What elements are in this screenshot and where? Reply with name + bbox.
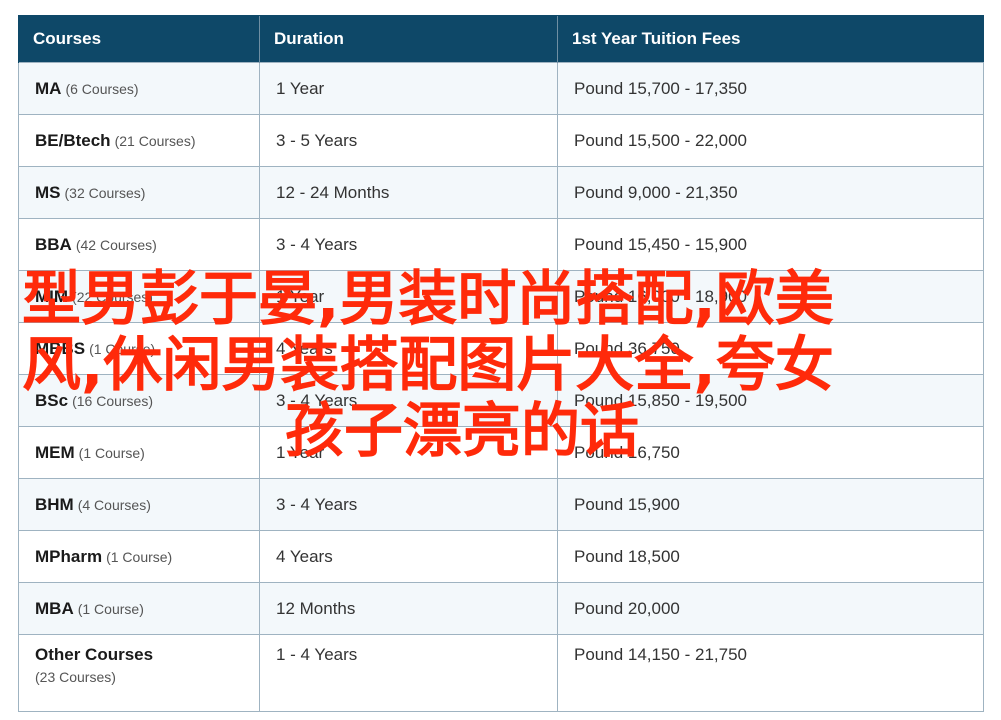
duration-cell: 3 - 4 Years: [259, 374, 558, 427]
duration-cell: 4 Years: [259, 530, 558, 583]
course-count: (1 Course): [77, 600, 144, 617]
duration-cell: 12 - 24 Months: [259, 166, 558, 219]
table-row: MPharm (1 Course) 4 Years Pound 18,500: [18, 530, 984, 583]
course-count: (32 Courses): [64, 184, 146, 201]
duration-cell: 3 - 5 Years: [259, 114, 558, 167]
duration-cell: 3 - 4 Years: [259, 218, 558, 271]
table-row: MBA (1 Course) 12 Months Pound 20,000: [18, 582, 984, 635]
fees-cell: Pound 9,000 - 21,350: [557, 166, 984, 219]
fees-cell: Pound 15,850 - 19,500: [557, 374, 984, 427]
course-count: (22 Courses): [72, 288, 153, 305]
fees-cell: Pound 15,500 - 22,000: [557, 114, 984, 167]
table-row: MEM (1 Course) 1 Year Pound 16,750: [18, 426, 984, 479]
course-count: (1 Course): [106, 548, 173, 565]
course-cell: Other Courses (23 Courses): [18, 634, 260, 712]
header-duration: Duration: [259, 15, 558, 63]
course-count: (1 Course): [78, 444, 145, 461]
course-cell: MBBS (1 Course): [18, 322, 260, 375]
course-cell: MS (32 Courses): [18, 166, 260, 219]
course-name: BBA: [35, 234, 72, 254]
fees-cell: Pound 20,000: [557, 582, 984, 635]
header-tuition-fees: 1st Year Tuition Fees: [557, 15, 984, 63]
fees-cell: Pound 15,450 - 15,900: [557, 218, 984, 271]
fees-cell: Pound 14,150 - 21,750: [557, 634, 984, 712]
duration-cell: 1 Year: [259, 62, 558, 115]
course-name: MBBS: [35, 338, 86, 358]
course-name: BHM: [35, 494, 74, 514]
course-name: MPharm: [35, 546, 103, 566]
course-cell: MIM (22 Courses): [18, 270, 260, 323]
table-body: MA (6 Courses) 1 Year Pound 15,700 - 17,350…: [18, 62, 984, 712]
fees-cell: Pound 15,700 - 17,350: [557, 62, 984, 115]
course-name: MEM: [35, 442, 75, 462]
duration-cell: 1 Year: [259, 270, 558, 323]
duration-cell: 12 Months: [259, 582, 558, 635]
table-row: BBA (42 Courses) 3 - 4 Years Pound 15,450 -…: [18, 218, 984, 271]
course-count: (1 Course): [89, 340, 156, 357]
table-row: MS (32 Courses) 12 - 24 Months Pound 9,000 …: [18, 166, 984, 219]
duration-cell: 4 Years: [259, 322, 558, 375]
table-row: BSc (16 Courses) 3 - 4 Years Pound 15,850 -…: [18, 374, 984, 427]
course-cell: BHM (4 Courses): [18, 478, 260, 531]
table-row: BHM (4 Courses) 3 - 4 Years Pound 15,900: [18, 478, 984, 531]
course-cell: MA (6 Courses): [18, 62, 260, 115]
table-row: MA (6 Courses) 1 Year Pound 15,700 - 17,350: [18, 62, 984, 115]
course-count: (4 Courses): [77, 496, 151, 513]
table-row: MBBS (1 Course) 4 Years Pound 36,750: [18, 322, 984, 375]
course-name: BE/Btech: [35, 130, 111, 150]
fees-cell: Pound 16,750: [557, 426, 984, 479]
course-cell: BSc (16 Courses): [18, 374, 260, 427]
fees-cell: Pound 16,000 - 18,900: [557, 270, 984, 323]
table-row: MIM (22 Courses) 1 Year Pound 16,000 - 18,9…: [18, 270, 984, 323]
table-header-row: Courses Duration 1st Year Tuition Fees: [18, 15, 984, 63]
course-count: (21 Courses): [114, 132, 196, 149]
course-cell: MEM (1 Course): [18, 426, 260, 479]
table-row: Other Courses (23 Courses) 1 - 4 Years Poun…: [18, 634, 984, 712]
table-row: BE/Btech (21 Courses) 3 - 5 Years Pound 15,…: [18, 114, 984, 167]
course-count: (16 Courses): [72, 392, 153, 409]
course-count: (23 Courses): [35, 669, 116, 685]
duration-cell: 1 Year: [259, 426, 558, 479]
course-name: Other Courses: [35, 645, 154, 664]
fees-cell: Pound 15,900: [557, 478, 984, 531]
page: Courses Duration 1st Year Tuition Fees M…: [0, 0, 1001, 720]
course-name: MA: [35, 78, 62, 98]
course-cell: BE/Btech (21 Courses): [18, 114, 260, 167]
course-cell: MBA (1 Course): [18, 582, 260, 635]
duration-cell: 3 - 4 Years: [259, 478, 558, 531]
duration-cell: 1 - 4 Years: [259, 634, 558, 712]
header-courses: Courses: [18, 15, 260, 63]
course-name: MBA: [35, 598, 74, 618]
course-name: BSc: [35, 390, 69, 410]
fees-cell: Pound 18,500: [557, 530, 984, 583]
course-count: (42 Courses): [75, 236, 157, 253]
course-fees-table: Courses Duration 1st Year Tuition Fees M…: [18, 15, 984, 712]
course-name: MIM: [35, 286, 69, 306]
fees-cell: Pound 36,750: [557, 322, 984, 375]
course-cell: BBA (42 Courses): [18, 218, 260, 271]
course-name: MS: [35, 182, 61, 202]
course-cell: MPharm (1 Course): [18, 530, 260, 583]
course-count: (6 Courses): [65, 80, 139, 97]
